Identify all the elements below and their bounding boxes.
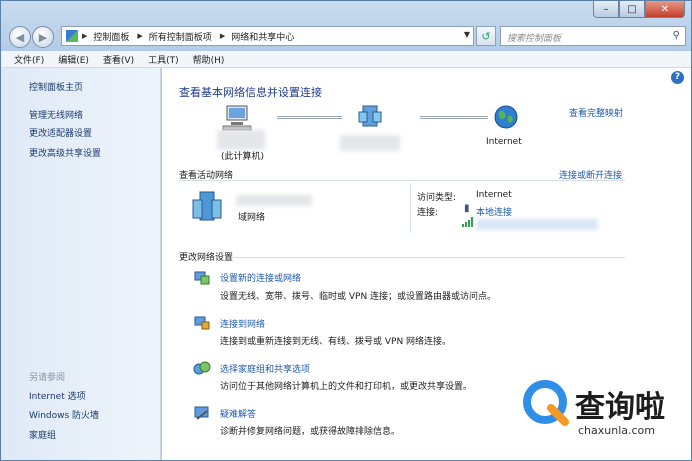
maximize-icon: □ [627,3,637,15]
network-link-line [277,116,342,119]
watermark-logo-icon [523,380,569,426]
menu-help[interactable]: 帮助(H) [193,53,225,66]
sidebar-item-firewall[interactable]: Windows 防火墙 [29,408,99,421]
refresh-button[interactable]: ↺ [476,26,496,46]
sidebar-item-wireless[interactable]: 管理无线网络 [29,108,83,121]
control-panel-icon [66,30,78,42]
menu-bar: 文件(F) 编辑(E) 查看(V) 工具(T) 帮助(H) [1,51,691,68]
connect-network-link[interactable]: 连接到网络 [220,317,265,330]
breadcrumb-network-center[interactable]: 网络和共享中心 [231,30,294,43]
title-bar: – □ ✕ [1,1,691,21]
setup-connection-desc: 设置无线、宽带、拨号、临时或 VPN 连接；或设置路由器或访问点。 [220,292,497,302]
sidebar-item-sharing[interactable]: 更改高级共享设置 [29,146,101,159]
address-dropdown-icon[interactable]: ▼ [464,30,470,39]
homegroup-icon [193,361,211,375]
troubleshoot-icon [194,406,209,420]
search-icon[interactable]: ⚲ [673,30,680,41]
new-connection-icon [194,271,210,285]
internet-label: Internet [486,137,522,147]
watermark: 查询啦 chaxunla.com [521,376,691,460]
computer-name-blurred [217,130,265,150]
change-settings-title: 更改网络设置 [179,253,234,263]
search-input[interactable]: 搜索控制面板 ⚲ [500,26,686,46]
sidebar: 控制面板主页 管理无线网络 更改适配器设置 更改高级共享设置 另请参阅 Inte… [1,68,161,460]
page-title: 查看基本网络信息并设置连接 [179,86,322,99]
connection-detail-blurred [476,219,598,230]
menu-tools[interactable]: 工具(T) [148,53,179,66]
ethernet-icon: ▮ [464,203,470,214]
watermark-url: chaxunla.com [578,424,655,437]
search-placeholder: 搜索控制面板 [507,34,562,44]
access-type-label: 访问类型: [417,193,457,203]
network-type-label: 域网络 [238,213,266,223]
minimize-icon: – [603,3,609,15]
access-type-value: Internet [476,190,512,200]
homegroup-desc: 访问位于其他网络计算机上的文件和打印机，或更改共享设置。 [220,382,473,392]
troubleshoot-desc: 诊断并修复网络问题，或获得故障排除信息。 [220,427,401,437]
address-row: ◀ ▶ ▶ 控制面板 ▶ 所有控制面板项 ▶ 网络和共享中心 ▼ ↺ 搜索控制面… [1,21,691,49]
menu-file[interactable]: 文件(F) [14,53,44,66]
troubleshoot-link[interactable]: 疑难解答 [220,407,256,420]
close-icon: ✕ [660,3,670,15]
address-bar[interactable]: ▶ 控制面板 ▶ 所有控制面板项 ▶ 网络和共享中心 ▼ [61,26,474,46]
menu-view[interactable]: 查看(V) [103,53,134,66]
this-computer-label: (此计算机) [221,152,265,162]
view-full-map-link[interactable]: 查看完整映射 [569,106,623,119]
sidebar-item-home[interactable]: 控制面板主页 [29,80,83,93]
maximize-button[interactable]: □ [619,1,645,18]
globe-icon [494,105,518,129]
watermark-brand: 查询啦 [575,390,665,425]
network-profile-blurred [236,195,312,206]
refresh-icon: ↺ [481,29,491,43]
sidebar-item-internet-options[interactable]: Internet 选项 [29,389,86,402]
back-button[interactable]: ◀ [9,26,31,48]
homegroup-link[interactable]: 选择家庭组和共享选项 [220,362,310,375]
internet-link-line [420,116,488,119]
forward-button[interactable]: ▶ [32,26,54,48]
minimize-button[interactable]: – [593,1,619,18]
control-panel-window: – □ ✕ ◀ ▶ ▶ 控制面板 ▶ 所有控制面板项 ▶ 网络和共享中心 ▼ ↺… [0,0,692,461]
help-icon[interactable]: ? [671,71,684,84]
connect-network-icon [194,316,210,330]
domain-network-icon [192,191,222,221]
sidebar-item-homegroup[interactable]: 家庭组 [29,428,56,441]
menu-edit[interactable]: 编辑(E) [58,53,89,66]
forward-arrow-icon: ▶ [38,30,48,44]
signal-bars-icon [462,217,473,227]
network-name-blurred [340,135,400,151]
connect-network-desc: 连接到或重新连接到无线、有线、拨号或 VPN 网络连接。 [220,337,452,347]
connection-label: 连接: [417,208,439,218]
local-connection-link[interactable]: 本地连接 [476,205,512,218]
back-arrow-icon: ◀ [15,30,25,44]
setup-connection-link[interactable]: 设置新的连接或网络 [220,271,301,284]
breadcrumb-all-items[interactable]: 所有控制面板项 [149,30,212,43]
sidebar-item-adapter[interactable]: 更改适配器设置 [29,126,92,139]
close-button[interactable]: ✕ [645,1,685,18]
see-also-heading: 另请参阅 [29,373,66,383]
breadcrumb-control-panel[interactable]: 控制面板 [93,30,129,43]
network-icon [358,105,382,127]
